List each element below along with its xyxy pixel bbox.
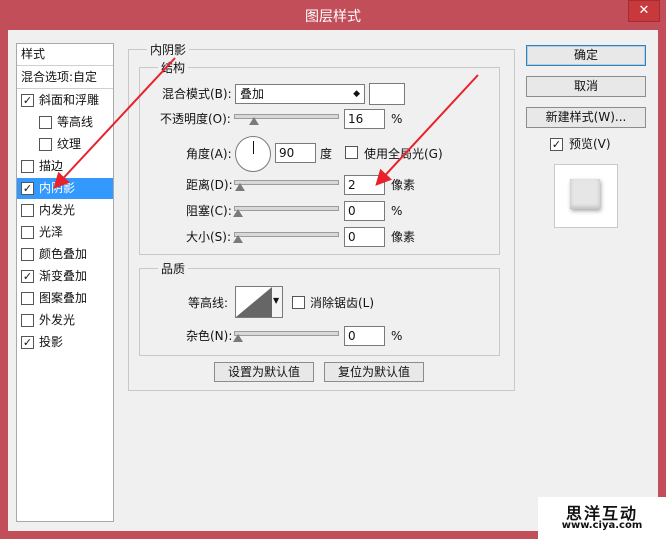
antialias-checkbox[interactable] <box>292 296 305 309</box>
select-arrows-icon: ◆ <box>353 89 360 99</box>
distance-unit: 像素 <box>391 178 416 192</box>
choke-unit: % <box>391 204 403 218</box>
structure-title: 结构 <box>158 59 189 76</box>
style-item-label: 外发光 <box>39 313 76 327</box>
title-bar: 图层样式 ✕ <box>0 0 666 30</box>
style-item[interactable]: ✓ 内阴影 <box>17 178 113 199</box>
style-item-checkbox[interactable] <box>21 314 34 327</box>
style-item[interactable]: 内发光 <box>17 200 113 221</box>
style-item-checkbox[interactable] <box>39 116 52 129</box>
size-field[interactable]: 0 <box>344 227 385 247</box>
blend-mode-label: 混合模式(B): <box>162 87 232 101</box>
blend-mode-select[interactable]: 叠加 ◆ <box>235 84 365 104</box>
reset-default-button[interactable]: 复位为默认值 <box>324 362 424 382</box>
shadow-color-swatch[interactable] <box>369 83 405 105</box>
global-light-checkbox[interactable] <box>345 146 358 159</box>
style-item-label: 颜色叠加 <box>39 247 88 261</box>
opacity-unit: % <box>391 112 403 126</box>
style-item-label: 描边 <box>39 159 64 173</box>
contour-dropdown-button[interactable]: ▼ <box>272 286 283 318</box>
cancel-button[interactable]: 取消 <box>526 76 646 97</box>
preview-checkbox[interactable]: ✓ <box>550 138 563 151</box>
size-unit: 像素 <box>391 230 416 244</box>
style-item-label: 投影 <box>39 335 64 349</box>
chevron-down-icon: ▼ <box>273 296 280 305</box>
linear-contour-icon <box>236 287 272 317</box>
choke-slider-thumb[interactable] <box>233 209 243 217</box>
style-item[interactable]: ✓ 渐变叠加 <box>17 266 113 287</box>
watermark-url: www.ciya.com <box>561 520 643 531</box>
style-item[interactable]: ✓ 投影 <box>17 332 113 353</box>
contour-picker[interactable] <box>235 286 273 318</box>
style-item-checkbox[interactable] <box>21 160 34 173</box>
style-item-label: 纹理 <box>57 137 82 151</box>
noise-field[interactable]: 0 <box>344 326 385 346</box>
style-item-label: 内阴影 <box>39 181 76 195</box>
antialias-label[interactable]: 消除锯齿(L) <box>310 295 374 311</box>
style-item-checkbox[interactable] <box>21 204 34 217</box>
style-item[interactable]: 等高线 <box>17 112 113 133</box>
angle-unit: 度 <box>320 147 333 161</box>
style-item-checkbox[interactable]: ✓ <box>21 336 34 349</box>
opacity-label: 不透明度(O): <box>160 112 231 126</box>
distance-slider[interactable] <box>234 180 339 185</box>
quality-title: 品质 <box>158 260 189 277</box>
window-title: 图层样式 <box>305 9 361 25</box>
noise-label: 杂色(N): <box>186 329 233 343</box>
styles-header[interactable]: 样式 <box>17 44 113 65</box>
style-item-checkbox[interactable] <box>21 292 34 305</box>
inner-shadow-title: 内阴影 <box>147 41 190 58</box>
distance-field[interactable]: 2 <box>344 175 385 195</box>
style-item[interactable]: 纹理 <box>17 134 113 155</box>
size-slider[interactable] <box>234 232 339 237</box>
distance-slider-thumb[interactable] <box>235 183 246 191</box>
style-item-label: 光泽 <box>39 225 64 239</box>
noise-unit: % <box>391 329 403 343</box>
style-item-label: 等高线 <box>57 115 94 129</box>
preview-label[interactable]: 预览(V) <box>569 136 611 152</box>
noise-slider[interactable] <box>234 331 339 336</box>
site-watermark: 思洋互动 www.ciya.com <box>538 497 666 539</box>
style-item[interactable]: 图案叠加 <box>17 288 113 309</box>
style-item-checkbox[interactable] <box>21 248 34 261</box>
choke-label: 阻塞(C): <box>186 204 232 218</box>
size-label: 大小(S): <box>186 230 232 244</box>
distance-label: 距离(D): <box>186 178 233 192</box>
style-item[interactable]: 光泽 <box>17 222 113 243</box>
choke-field[interactable]: 0 <box>344 201 385 221</box>
style-item-checkbox[interactable] <box>39 138 52 151</box>
noise-slider-thumb[interactable] <box>233 334 243 342</box>
opacity-slider-thumb[interactable] <box>249 117 260 125</box>
angle-dial-hand <box>253 141 254 154</box>
style-item-label: 内发光 <box>39 203 76 217</box>
style-item-checkbox[interactable] <box>21 226 34 239</box>
style-item[interactable]: 颜色叠加 <box>17 244 113 265</box>
ok-button[interactable]: 确定 <box>526 45 646 66</box>
opacity-field[interactable]: 16 <box>344 109 385 129</box>
dialog-body: 样式 混合选项:自定 ✓ 斜面和浮雕等高线纹理描边 ✓ 内阴影内发光光泽颜色叠加 ✓ 渐变… <box>8 30 658 531</box>
angle-dial[interactable] <box>235 136 271 172</box>
size-slider-thumb[interactable] <box>233 235 243 243</box>
angle-label: 角度(A): <box>186 147 232 161</box>
style-preview-swatch <box>570 179 600 209</box>
style-item-checkbox[interactable]: ✓ <box>21 270 34 283</box>
style-item-checkbox[interactable]: ✓ <box>21 182 34 195</box>
style-item[interactable]: 描边 <box>17 156 113 177</box>
new-style-button[interactable]: 新建样式(W)... <box>526 107 646 128</box>
choke-slider[interactable] <box>234 206 339 211</box>
style-item[interactable]: 外发光 <box>17 310 113 331</box>
set-default-button[interactable]: 设置为默认值 <box>214 362 314 382</box>
style-item-label: 图案叠加 <box>39 291 88 305</box>
angle-field[interactable]: 90 <box>275 143 316 163</box>
global-light-label[interactable]: 使用全局光(G) <box>364 146 443 162</box>
style-item-label: 渐变叠加 <box>39 269 88 283</box>
blend-options-item[interactable]: 混合选项:自定 <box>17 67 113 88</box>
close-button[interactable]: ✕ <box>628 0 660 22</box>
contour-label: 等高线: <box>188 296 229 310</box>
style-item-checkbox[interactable]: ✓ <box>21 94 34 107</box>
style-item-label: 斜面和浮雕 <box>39 93 100 107</box>
style-item[interactable]: ✓ 斜面和浮雕 <box>17 90 113 111</box>
styles-list: 样式 混合选项:自定 ✓ 斜面和浮雕等高线纹理描边 ✓ 内阴影内发光光泽颜色叠加 ✓ 渐变… <box>16 43 114 522</box>
style-preview-thumbnail <box>554 164 618 228</box>
